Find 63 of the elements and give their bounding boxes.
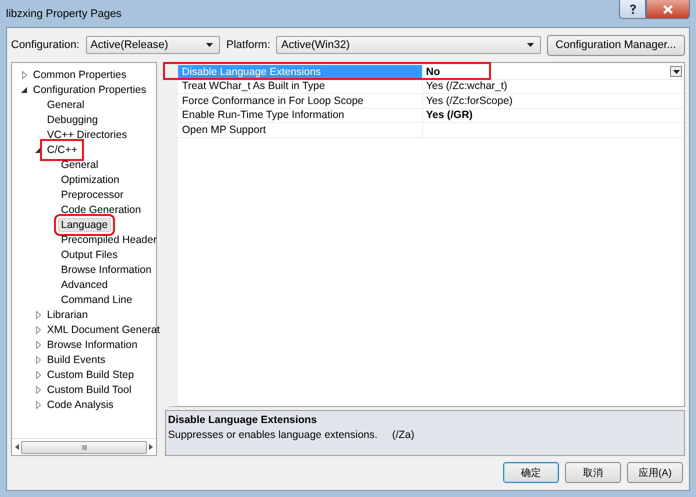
tree-item[interactable]: XML Document Generat [44,322,163,336]
tree-item[interactable]: General [44,98,88,112]
tree-item[interactable]: Configuration Properties [30,82,150,96]
dialog-button[interactable]: 应用(A) [627,462,683,483]
tree-item[interactable]: Custom Build Tool [44,382,134,396]
property-name[interactable]: Treat WChar_t As Built in Type [178,80,423,94]
window-title: libzxing Property Pages [6,8,122,20]
tree-item[interactable]: Command Line [58,292,136,306]
tree-item[interactable]: Librarian [44,308,91,322]
grip-icon [82,444,86,450]
platform-dropdown[interactable]: Active(Win32) [276,36,541,54]
close-button[interactable] [646,0,690,19]
tree-item[interactable]: Output Files [58,248,121,262]
platform-label: Platform: [226,39,270,51]
tree-item[interactable]: Code Generation [58,202,144,216]
tree-item[interactable]: Browse Information [58,262,154,276]
tree-item[interactable]: Custom Build Step [44,368,137,382]
collapsed-icon[interactable] [22,70,26,78]
collapsed-icon[interactable] [36,340,40,348]
right-arrow-icon[interactable] [149,444,153,450]
help-button[interactable] [619,0,646,19]
property-name[interactable]: Open MP Support [178,123,423,138]
tree-item[interactable]: Preprocessor [58,188,126,202]
tree-item[interactable]: Common Properties [30,68,130,82]
tree-item[interactable]: Code Analysis [44,398,117,412]
expanded-icon[interactable] [35,146,41,152]
collapsed-icon[interactable] [36,386,40,394]
dialog-button[interactable]: 取消 [565,462,621,483]
tree-item[interactable]: Build Events [44,352,108,366]
description-title: Disable Language Extensions [168,414,318,426]
expanded-icon[interactable] [21,86,27,92]
property-value: Yes (/GR) [426,109,473,122]
tree-item[interactable]: Browse Information [44,338,140,352]
property-value: Yes (/Zc:wchar_t) [426,80,508,92]
collapsed-icon[interactable] [36,400,40,408]
configuration-label: Configuration: [11,39,80,51]
property-name[interactable]: Force Conformance in For Loop Scope [178,94,423,108]
caret-icon [672,70,680,74]
tree-item[interactable]: VC++ Directories [44,128,130,142]
tree-item[interactable]: General [58,158,102,172]
close-icon [663,4,673,14]
collapsed-icon[interactable] [36,370,40,378]
property-value: Yes (/Zc:forScope) [426,94,513,107]
left-arrow-icon[interactable] [15,444,19,450]
tree-item[interactable]: Optimization [58,172,122,186]
collapsed-icon[interactable] [36,356,40,364]
description-text: Suppresses or enables language extensions. (/Za) [168,429,416,441]
dialog-button[interactable]: 确定 [503,462,559,483]
configuration-manager-button[interactable]: Configuration Manager... [546,34,685,56]
property-name[interactable]: Enable Run-Time Type Information [178,108,423,123]
property-value: No [426,66,440,78]
configuration-dropdown[interactable]: Active(Release) [86,36,220,54]
caret-icon [206,43,214,47]
horizontal-scrollbar[interactable] [12,438,156,455]
scroll-thumb[interactable] [21,440,147,454]
tree-item[interactable]: Advanced [58,278,111,292]
help-icon [628,4,636,14]
collapsed-icon[interactable] [36,326,40,334]
tree-item[interactable]: Debugging [44,112,101,126]
collapsed-icon[interactable] [36,310,40,318]
caret-icon [526,43,534,47]
dropdown-button[interactable] [670,66,682,78]
tree-item[interactable]: Precompiled Header [58,232,160,246]
